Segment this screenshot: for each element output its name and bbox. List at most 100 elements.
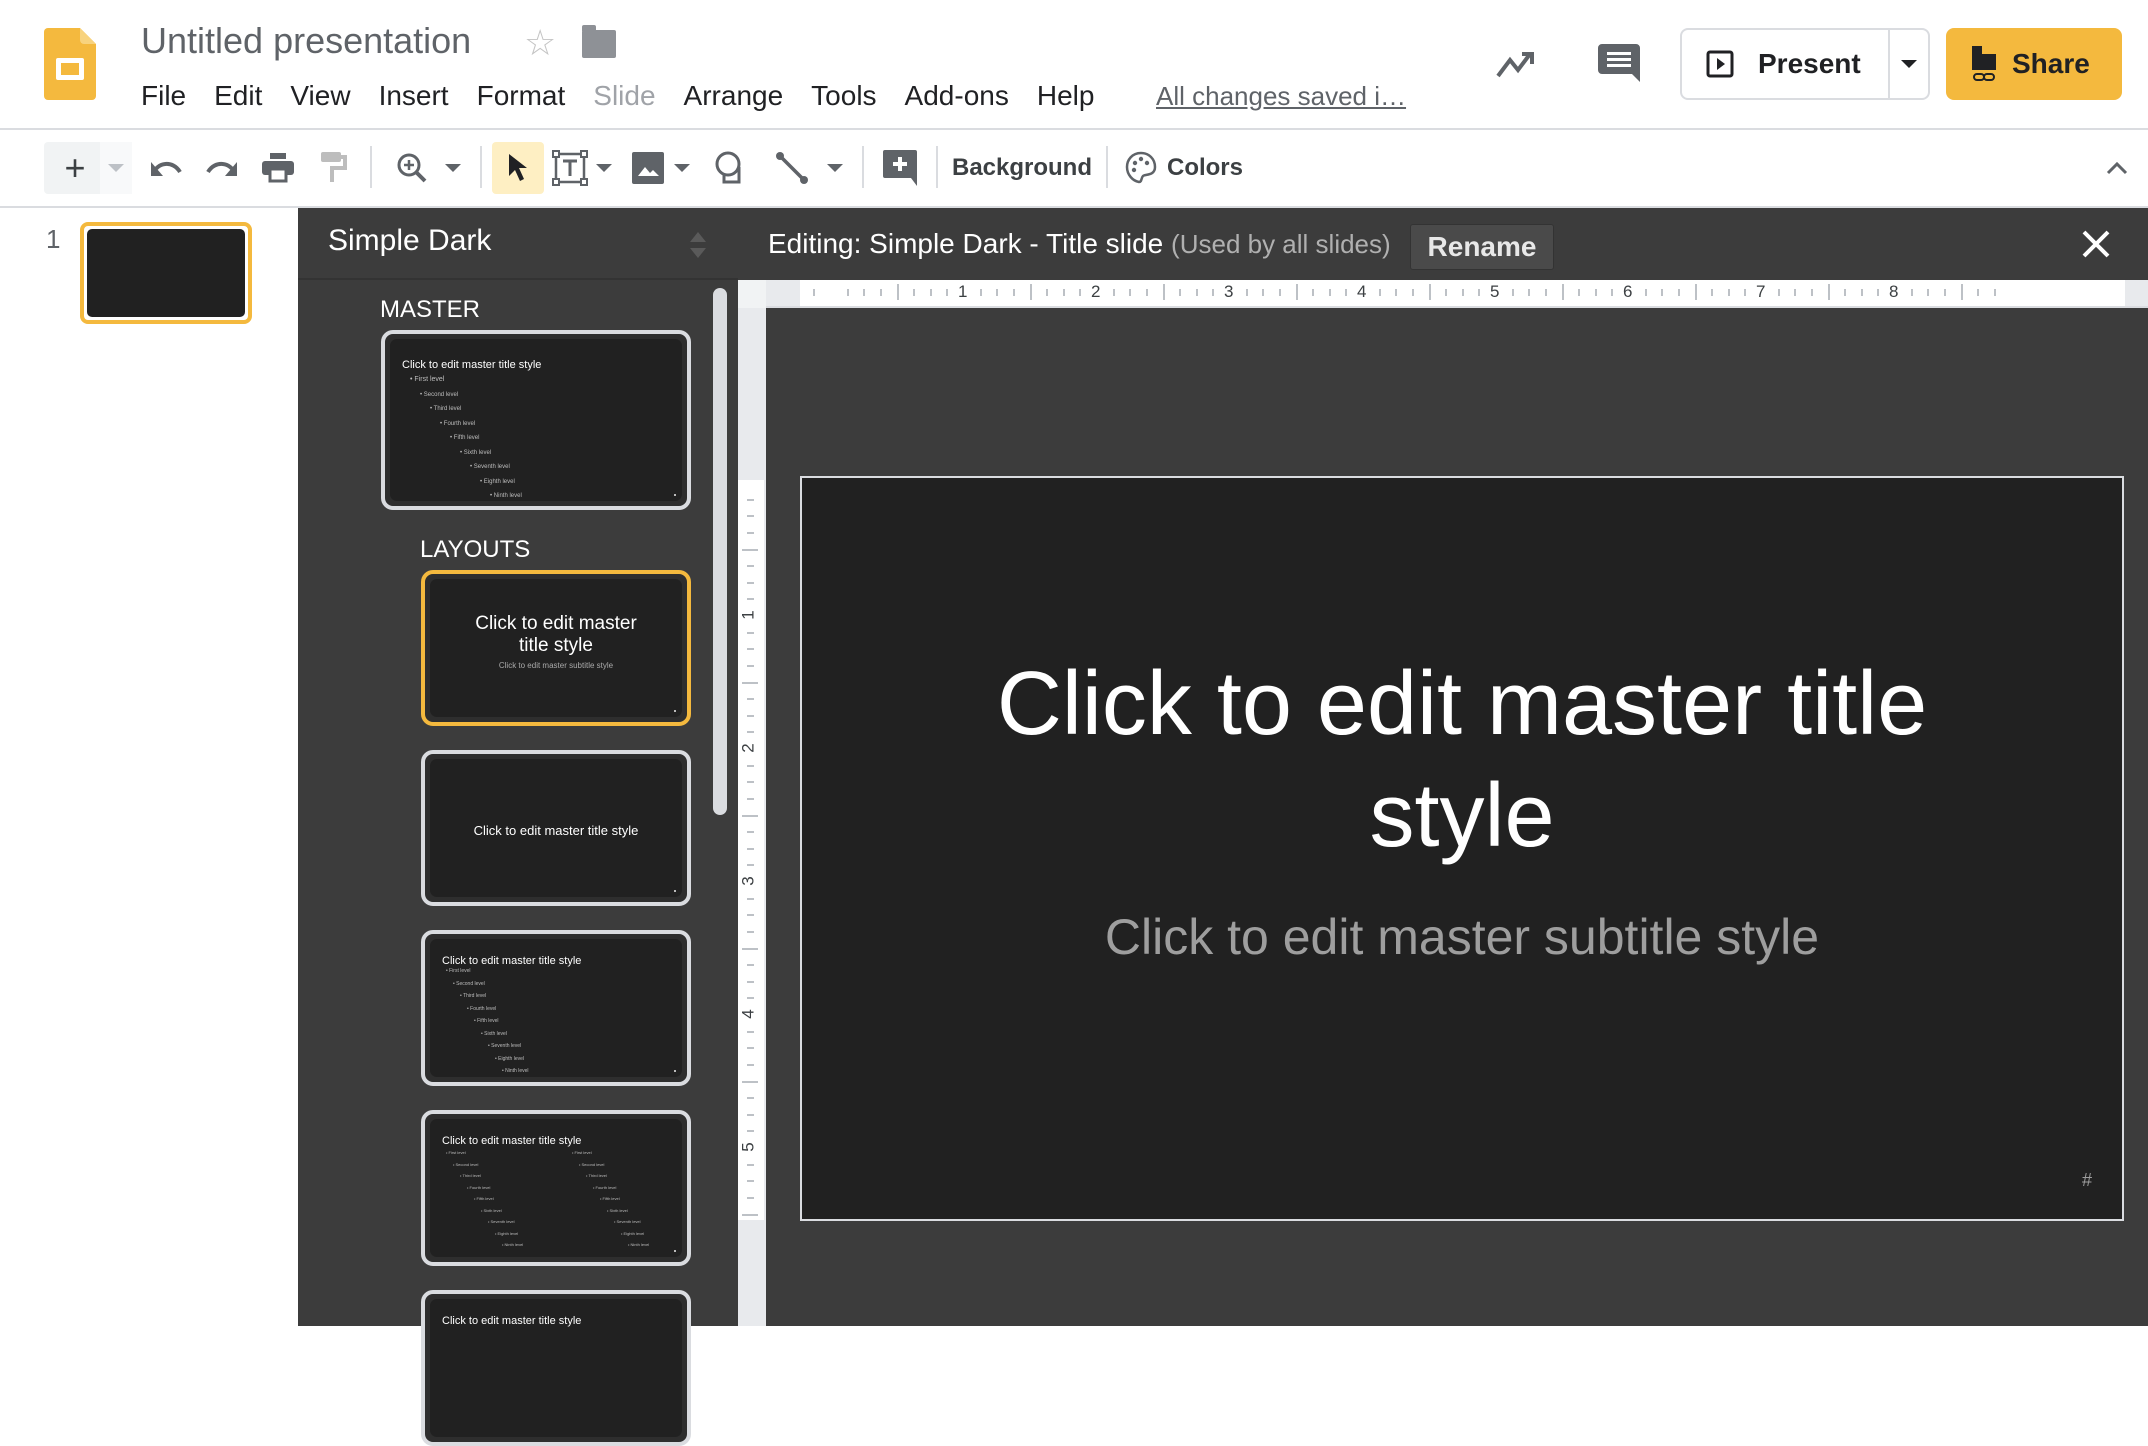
rename-button[interactable]: Rename [1410, 224, 1554, 270]
thumb-bullet-level: Sixth level [446, 1205, 523, 1217]
ruler-tick [1428, 284, 1431, 300]
share-label: Share [2012, 48, 2090, 79]
document-title[interactable]: Untitled presentation [141, 20, 471, 62]
close-button[interactable] [2078, 226, 2114, 262]
menu-insert[interactable]: Insert [365, 78, 463, 114]
thumb-bullet-level: Sixth level [410, 446, 522, 461]
menu-slide[interactable]: Slide [579, 78, 669, 114]
thumb-bullet-level: Eighth level [446, 1228, 523, 1240]
save-status-link[interactable]: All changes saved i… [1156, 78, 1406, 114]
star-icon[interactable]: ☆ [524, 22, 556, 64]
ruler-tick [747, 631, 754, 634]
toolbar-separator [480, 146, 482, 188]
insert-image-button[interactable] [630, 142, 666, 194]
undo-button[interactable] [146, 142, 186, 194]
slide-layout-editor[interactable]: Click to edit master title style Click t… [800, 476, 2124, 1221]
ruler-tick [1245, 289, 1248, 296]
menu-arrange[interactable]: Arrange [670, 78, 798, 114]
thumb-bullet-level: First level [572, 1147, 649, 1159]
slide-subtitle-placeholder[interactable]: Click to edit master subtitle style [802, 908, 2122, 966]
print-icon [262, 153, 294, 183]
layout-thumbnail-title-slide[interactable]: Click to edit master title style Click t… [421, 570, 691, 726]
present-button-group: Present [1680, 28, 1930, 100]
ruler-label: 1 [958, 282, 968, 301]
zoom-button[interactable] [392, 142, 432, 194]
horizontal-ruler[interactable]: 1 2 3 4 5 6 7 8 [738, 280, 2148, 308]
menu-view[interactable]: View [276, 78, 364, 114]
background-button[interactable]: Background [950, 142, 1094, 194]
slide-thumbnail[interactable] [80, 222, 252, 324]
ruler-tick [1129, 289, 1132, 296]
zoom-dropdown[interactable] [440, 142, 466, 194]
collapse-toolbar-button[interactable] [2100, 142, 2134, 194]
colors-button[interactable]: Colors [1124, 142, 1244, 194]
ruler-tick [1478, 289, 1481, 296]
select-tool-button[interactable] [492, 142, 544, 194]
new-slide-layout-dropdown[interactable] [100, 142, 132, 194]
toolbar-separator [862, 146, 864, 188]
line-icon [776, 152, 808, 184]
ruler-tick [747, 1130, 754, 1133]
menu-addons[interactable]: Add-ons [891, 78, 1023, 114]
layout-thumbnail-title-only[interactable]: Click to edit master title style [421, 1290, 691, 1446]
master-thumbnail[interactable]: Click to edit master title style First l… [381, 330, 691, 510]
image-dropdown[interactable] [670, 142, 694, 194]
ruler-tick [913, 289, 916, 296]
toolbar: + Background Colors [0, 130, 2148, 206]
layout-thumbnail-section-header[interactable]: Click to edit master title style [421, 750, 691, 906]
thumb-title: Click to edit master title style [473, 823, 639, 838]
ruler-tick [747, 1180, 754, 1183]
toolbar-separator [1106, 146, 1108, 188]
present-button[interactable]: Present [1682, 30, 1888, 98]
ruler-tick [1827, 284, 1830, 300]
line-dropdown[interactable] [822, 142, 848, 194]
folder-icon[interactable] [582, 25, 616, 58]
paint-format-button[interactable] [314, 142, 354, 194]
select-icon [509, 154, 527, 181]
ruler-tick [1312, 289, 1315, 296]
ruler-tick [1727, 289, 1730, 296]
redo-icon [206, 162, 237, 176]
theme-sort-icon[interactable] [688, 230, 708, 260]
present-options-dropdown[interactable] [1888, 30, 1928, 98]
slide-number-placeholder[interactable]: # [2082, 1170, 2092, 1191]
activity-dashboard-icon[interactable] [1494, 46, 1538, 82]
layouts-scrollbar[interactable] [713, 288, 727, 815]
editing-header: Editing: Simple Dark - Title slide (Used… [738, 208, 2148, 280]
share-button[interactable]: Share [1946, 28, 2122, 100]
line-button[interactable] [774, 142, 810, 194]
shape-button[interactable] [712, 142, 752, 194]
print-button[interactable] [258, 142, 298, 194]
menu-tools[interactable]: Tools [797, 78, 890, 114]
menu-file[interactable]: File [141, 78, 200, 114]
ruler-tick [747, 598, 754, 601]
text-box-icon [552, 150, 588, 186]
menu-help[interactable]: Help [1023, 78, 1109, 114]
thumb-title: Click to edit master title style [475, 613, 637, 656]
vertical-ruler[interactable]: 1 2 3 4 5 [738, 308, 766, 1326]
text-box-button[interactable] [552, 142, 588, 194]
comments-icon[interactable] [1598, 44, 1640, 84]
thumb-body: First levelSecond levelThird levelFourth… [410, 373, 522, 501]
ruler-tick [1810, 289, 1813, 296]
layout-thumbnail-title-and-body[interactable]: Click to edit master title style First l… [421, 930, 691, 1086]
slide-title-placeholder[interactable]: Click to edit master title style [802, 648, 2122, 872]
thumb-bullet-level: Second level [572, 1159, 649, 1171]
paint-format-icon [321, 152, 347, 182]
ruler-tick [1544, 289, 1547, 296]
thumb-bullet-level: Fifth level [446, 1193, 523, 1205]
slides-logo[interactable] [44, 28, 96, 100]
menu-edit[interactable]: Edit [200, 78, 276, 114]
ruler-tick [1395, 289, 1398, 296]
ruler-tick [1694, 284, 1697, 300]
text-box-dropdown[interactable] [592, 142, 616, 194]
layout-thumbnail-two-columns[interactable]: Click to edit master title style First l… [421, 1110, 691, 1266]
thumb-title: Click to edit master title style [442, 1135, 582, 1147]
redo-button[interactable] [202, 142, 242, 194]
menu-format[interactable]: Format [463, 78, 580, 114]
ruler-tick [1578, 289, 1581, 296]
thumb-body-right: First levelSecond levelThird levelFourth… [572, 1147, 650, 1251]
add-comment-button[interactable] [880, 142, 920, 194]
ruler-tick [1179, 289, 1182, 296]
collapse-icon [2106, 161, 2128, 175]
